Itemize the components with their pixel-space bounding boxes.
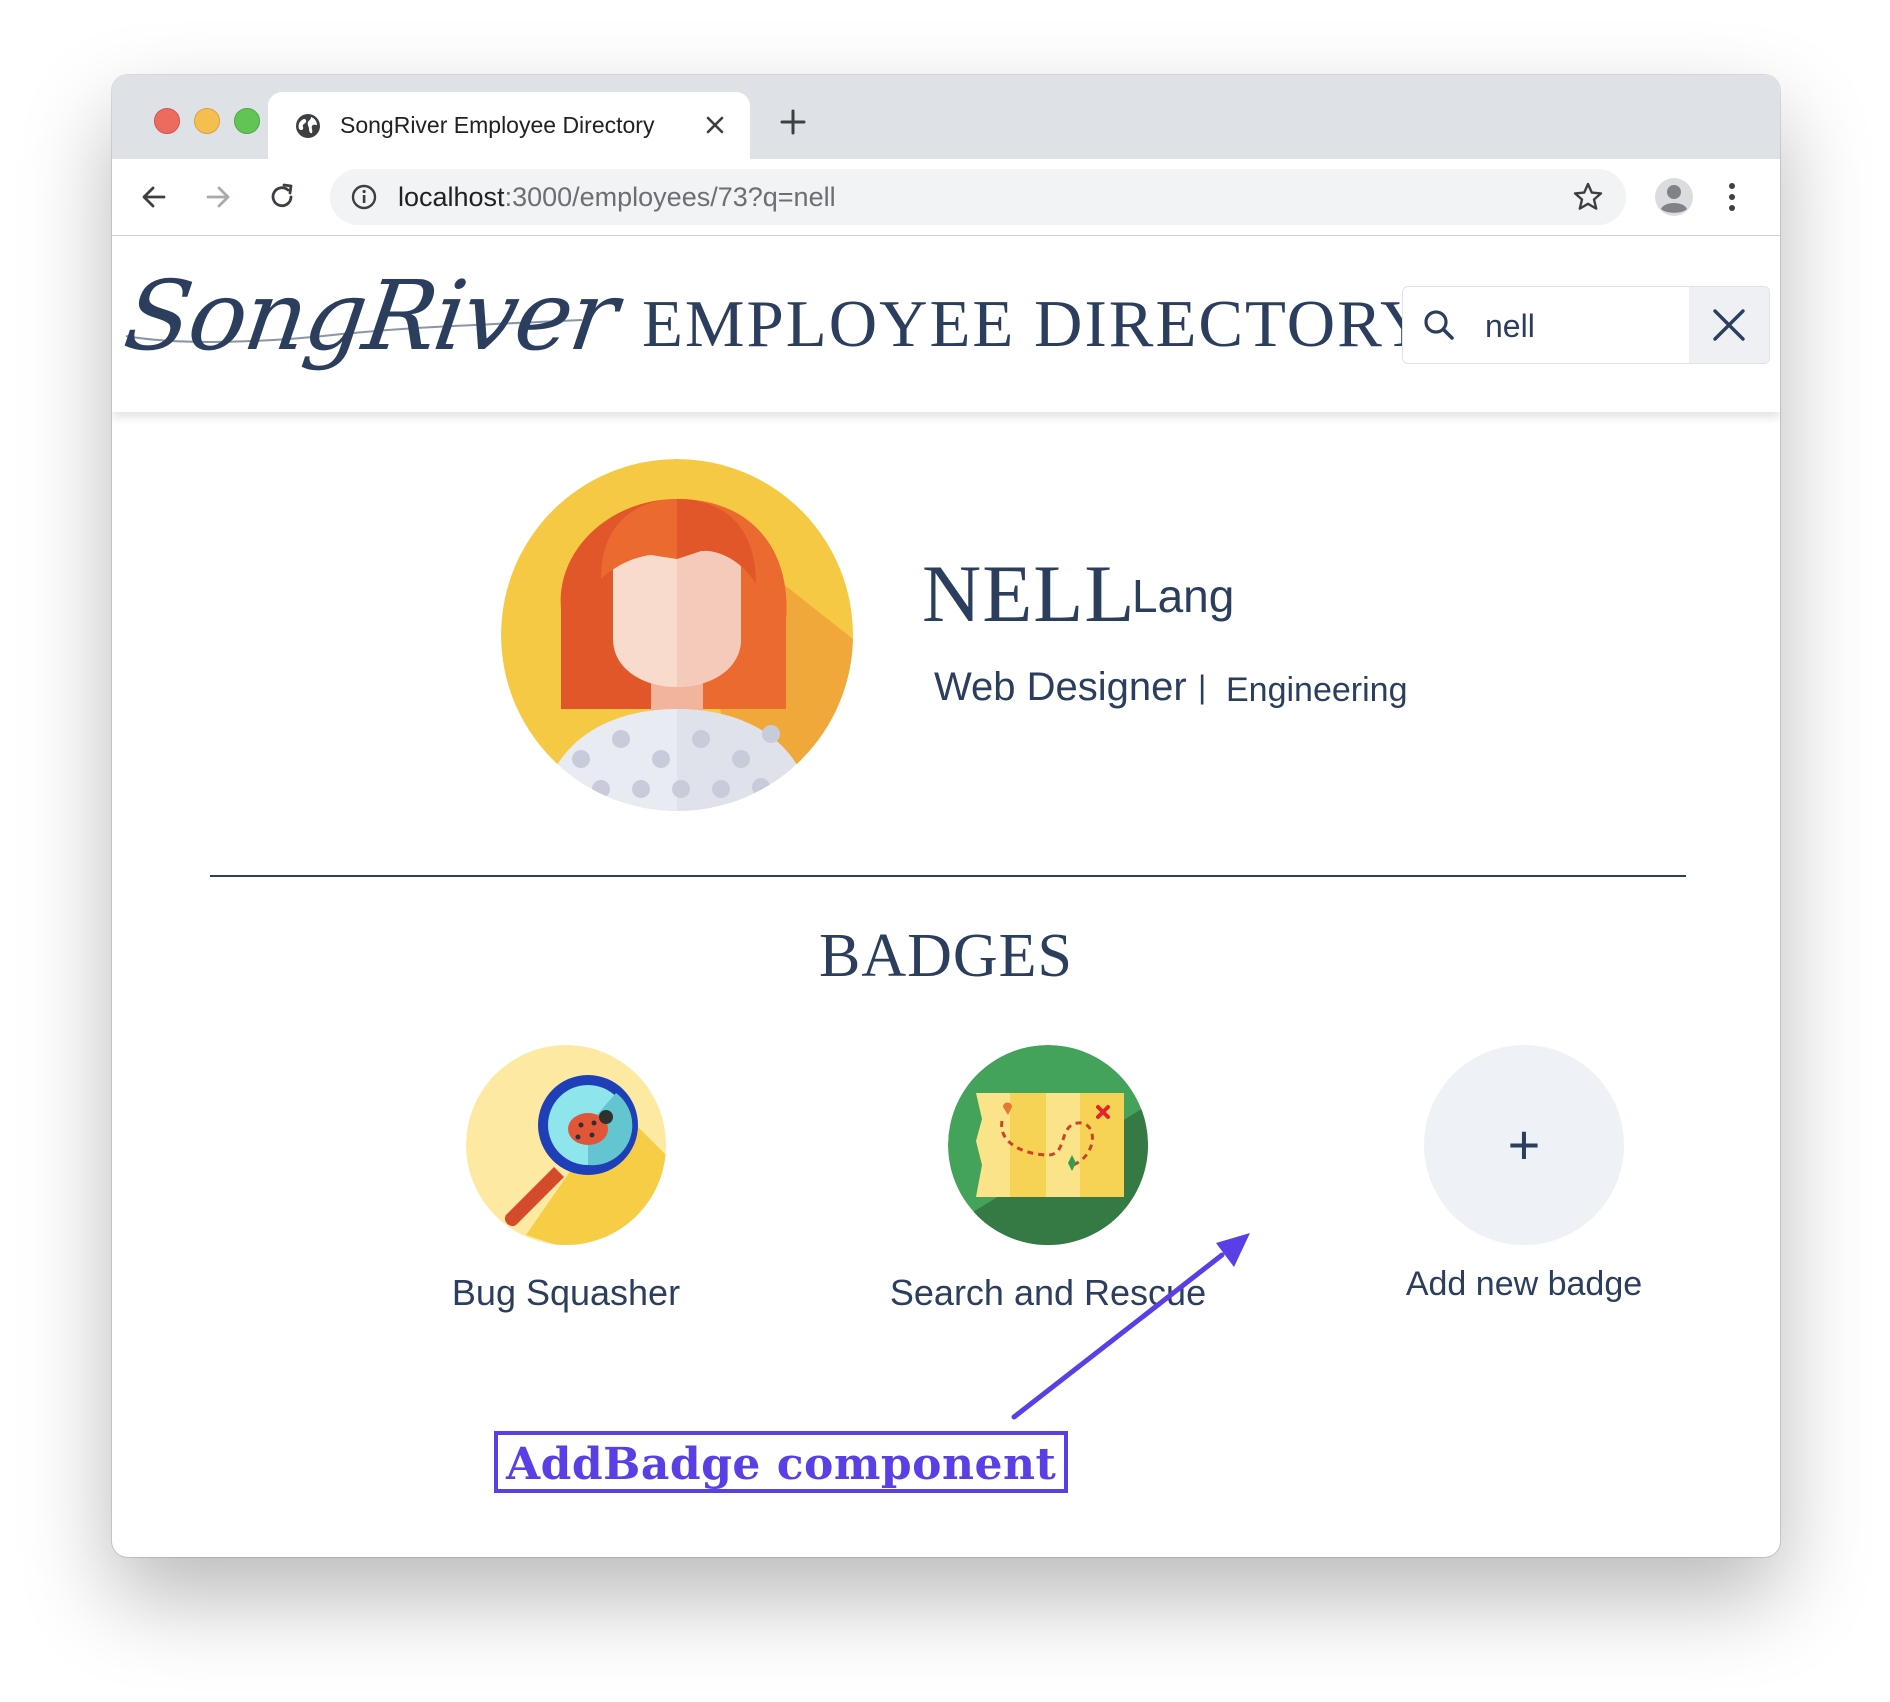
info-icon[interactable] xyxy=(350,183,378,211)
section-divider xyxy=(210,875,1686,877)
url-text[interactable]: localhost:3000/employees/73?q=nell xyxy=(398,182,836,213)
close-icon xyxy=(1713,309,1745,341)
search-icon xyxy=(1424,310,1454,340)
new-tab-icon[interactable] xyxy=(778,107,808,137)
treasure-map-icon xyxy=(948,1045,1148,1245)
clear-search-button[interactable] xyxy=(1689,287,1769,363)
browser-toolbar: localhost:3000/employees/73?q=nell xyxy=(112,159,1780,236)
add-badge-button[interactable]: + Add new badge xyxy=(1314,1045,1734,1304)
bookmark-star-icon[interactable] xyxy=(1572,181,1604,213)
browser-window: SongRiver Employee Directory localhost:3… xyxy=(112,75,1780,1557)
employee-first-name: NELL xyxy=(922,548,1136,639)
logo-swash xyxy=(125,319,583,343)
employee-avatar xyxy=(501,459,853,811)
title-separator: | xyxy=(1198,669,1207,705)
badge-label: Search and Rescue xyxy=(889,1272,1207,1313)
app-header: SongRiver EMPLOYEE DIRECTORY xyxy=(112,236,1780,412)
close-tab-icon[interactable] xyxy=(702,112,728,138)
close-window-button[interactable] xyxy=(154,108,180,134)
badge-search-and-rescue[interactable]: Search and Rescue xyxy=(838,1045,1258,1314)
annotation-text: AddBadge component xyxy=(506,1439,1057,1490)
search-box xyxy=(1402,286,1770,364)
globe-icon xyxy=(296,114,320,138)
address-bar[interactable]: localhost:3000/employees/73?q=nell xyxy=(330,169,1626,225)
menu-kebab-icon[interactable] xyxy=(1722,179,1742,215)
search-input[interactable] xyxy=(1483,305,1677,347)
employee-department: Engineering xyxy=(1226,671,1408,709)
badge-label: Bug Squasher xyxy=(451,1272,681,1313)
tab-strip: SongRiver Employee Directory xyxy=(112,75,1780,159)
annotation-label: AddBadge component xyxy=(494,1431,1068,1493)
bug-squasher-icon xyxy=(466,1045,666,1245)
page-title: EMPLOYEE DIRECTORY xyxy=(642,287,1431,361)
forward-arrow-icon[interactable] xyxy=(202,181,234,213)
browser-tab[interactable]: SongRiver Employee Directory xyxy=(268,92,750,159)
minimize-window-button[interactable] xyxy=(194,108,220,134)
employee-job-title: Web Designer xyxy=(934,665,1187,709)
profile-avatar-icon[interactable] xyxy=(1654,177,1694,217)
badge-bug-squasher[interactable]: Bug Squasher xyxy=(356,1045,776,1314)
tab-title: SongRiver Employee Directory xyxy=(340,112,655,138)
badges-heading: BADGES xyxy=(818,922,1074,990)
back-arrow-icon[interactable] xyxy=(138,181,170,213)
maximize-window-button[interactable] xyxy=(234,108,260,134)
add-badge-circle[interactable]: + xyxy=(1424,1045,1624,1245)
plus-icon: + xyxy=(1507,1113,1541,1176)
add-badge-label: Add new badge xyxy=(1405,1265,1643,1303)
reload-icon[interactable] xyxy=(266,181,298,213)
employee-last-name: Lang xyxy=(1132,570,1235,622)
